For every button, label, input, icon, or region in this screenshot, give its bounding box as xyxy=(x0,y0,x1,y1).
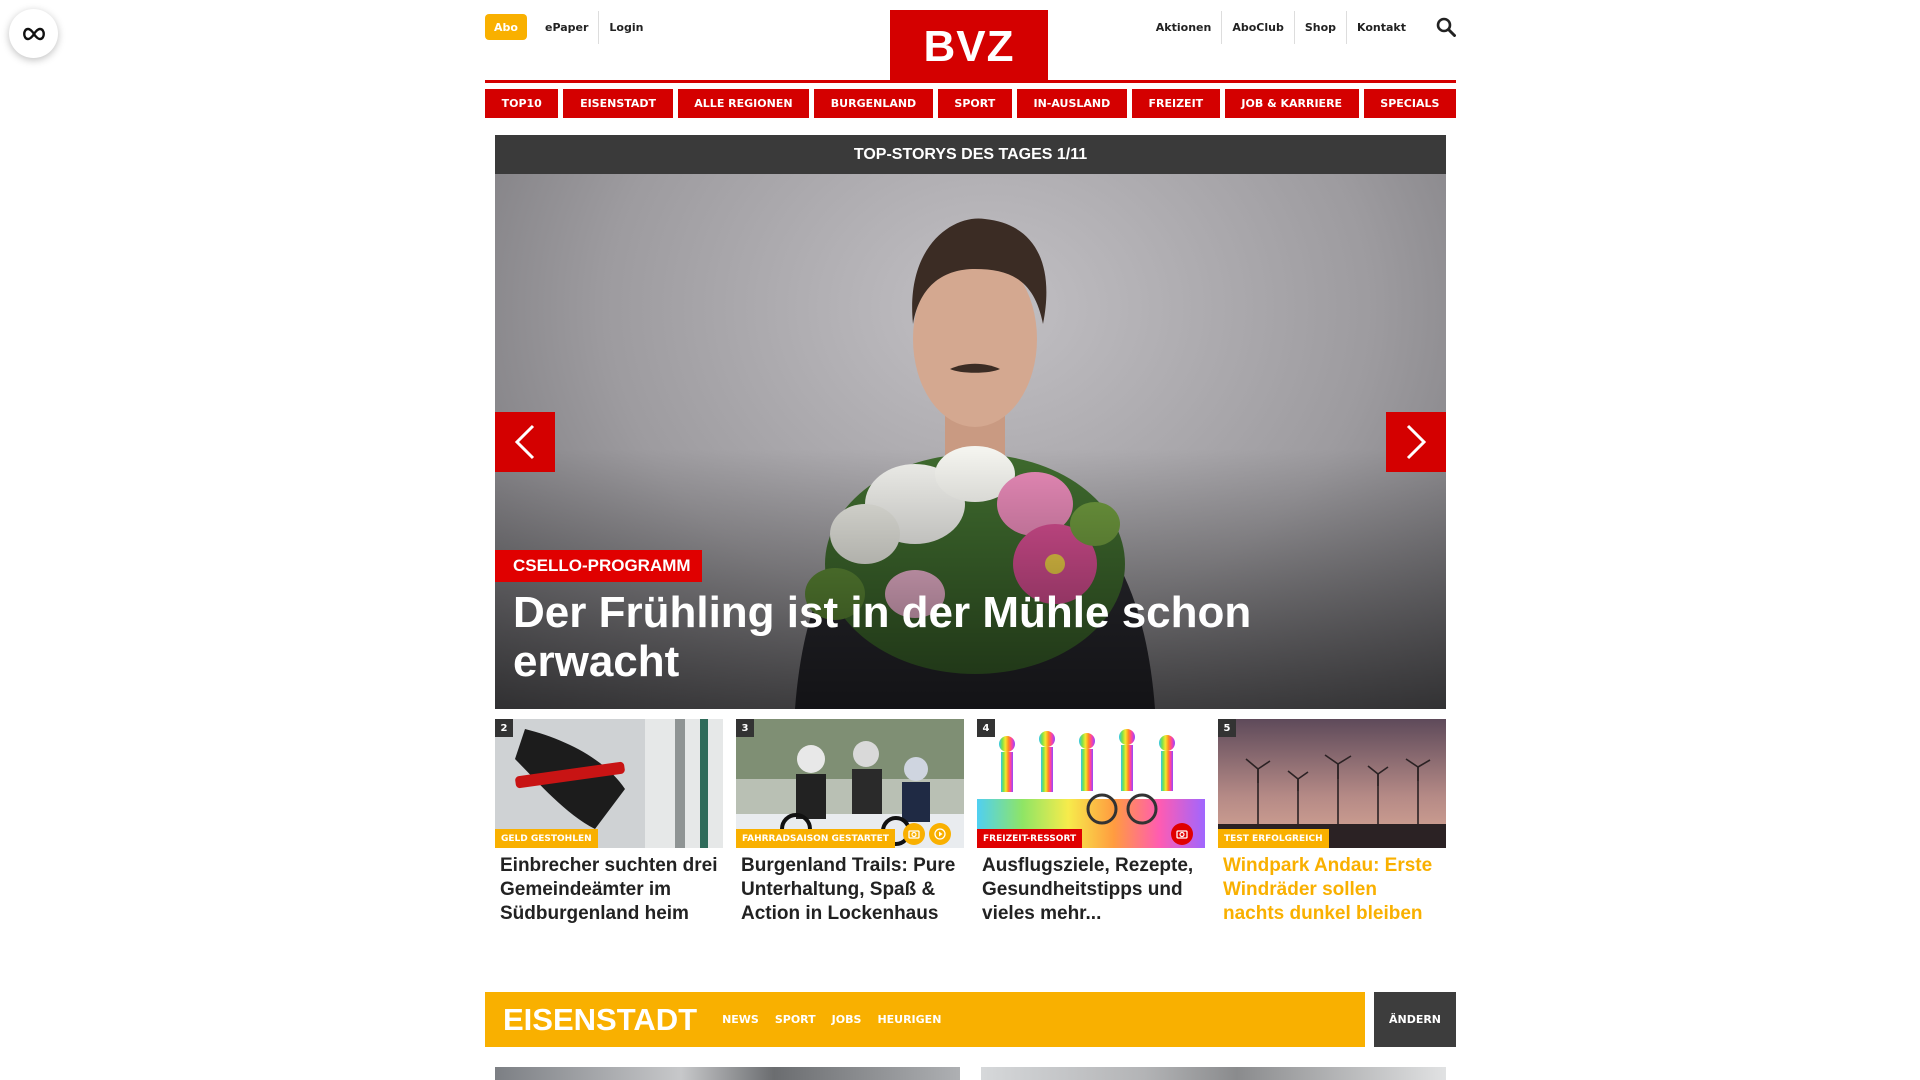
change-region-button[interactable]: ÄNDERN xyxy=(1374,992,1456,1047)
teaser-number: 3 xyxy=(736,719,754,737)
epaper-link[interactable]: ePaper xyxy=(535,11,598,44)
region-link-sport[interactable]: SPORT xyxy=(775,1013,816,1026)
bvz-logo[interactable]: BVZ xyxy=(890,10,1048,83)
region-link-news[interactable]: NEWS xyxy=(722,1013,759,1026)
nav-item-burgenland[interactable]: BURGENLAND xyxy=(814,89,933,118)
chevron-right-icon xyxy=(1406,424,1427,460)
teaser-tag: FAHRRADSAISON GESTARTET xyxy=(736,829,895,848)
camera-badge xyxy=(903,823,925,845)
nav-item-top10[interactable]: TOP10 xyxy=(485,89,559,118)
teaser-image[interactable]: 2 GELD GESTOHLEN xyxy=(495,719,723,848)
nav-item-job-karriere[interactable]: JOB & KARRIERE xyxy=(1224,89,1359,118)
site-header: Abo ePaper Login BVZ Aktionen AboClub Sh… xyxy=(485,0,1456,83)
camera-icon xyxy=(908,830,920,839)
camera-badge xyxy=(1171,823,1193,845)
hero-headline[interactable]: Der Frühling ist in der Mühle schon erwa… xyxy=(513,588,1273,686)
aktionen-link[interactable]: Aktionen xyxy=(1146,11,1222,44)
article-image[interactable] xyxy=(495,1067,960,1080)
region-section-header: EISENSTADT NEWS SPORT JOBS HEURIGEN ÄNDE… xyxy=(485,992,1456,1047)
infinity-icon xyxy=(22,27,45,40)
carousel-header: TOP-STORYS DES TAGES 1/11 xyxy=(495,135,1446,174)
hero-category-tag[interactable]: CSELLO-PROGRAMM xyxy=(495,550,702,582)
article-image[interactable] xyxy=(981,1067,1446,1080)
carousel-next-button[interactable] xyxy=(1386,412,1446,472)
teaser-number: 5 xyxy=(1218,719,1236,737)
teaser-row: 2 GELD GESTOHLEN Einbrecher suchten drei… xyxy=(495,719,1446,926)
nav-item-specials[interactable]: SPECIALS xyxy=(1363,89,1457,118)
aboclub-link[interactable]: AboClub xyxy=(1221,11,1294,44)
teaser-number: 4 xyxy=(977,719,995,737)
region-link-heurigen[interactable]: HEURIGEN xyxy=(877,1013,941,1026)
teaser-tag: TEST ERFOLGREICH xyxy=(1218,829,1329,848)
teaser-tag: GELD GESTOHLEN xyxy=(495,829,598,848)
teaser-title[interactable]: Einbrecher suchten drei Gemeindeämter im… xyxy=(495,848,723,926)
teaser-number: 2 xyxy=(495,719,513,737)
shop-link[interactable]: Shop xyxy=(1293,11,1346,44)
abo-button[interactable]: Abo xyxy=(485,14,527,40)
chevron-left-icon xyxy=(514,424,535,460)
hero-image[interactable]: CSELLO-PROGRAMM Der Frühling ist in der … xyxy=(495,174,1446,709)
camera-icon xyxy=(1176,830,1188,839)
top-stories-carousel: TOP-STORYS DES TAGES 1/11 CSELLO-PROGRAM… xyxy=(495,135,1446,709)
kontakt-link[interactable]: Kontakt xyxy=(1346,11,1416,44)
region-title[interactable]: EISENSTADT xyxy=(485,1002,697,1038)
teaser-tag: FREIZEIT-RESSORT xyxy=(977,829,1083,848)
main-nav: TOP10 EISENSTADT ALLE REGIONEN BURGENLAN… xyxy=(485,89,1457,118)
teaser-card[interactable]: 2 GELD GESTOHLEN Einbrecher suchten drei… xyxy=(495,719,723,926)
teaser-card[interactable]: 5 TEST ERFOLGREICH Windpark Andau: Erste… xyxy=(1218,719,1446,926)
teaser-image[interactable]: 5 TEST ERFOLGREICH xyxy=(1218,719,1446,848)
infinity-button[interactable] xyxy=(9,9,58,58)
header-left-links: ePaper Login xyxy=(535,11,653,44)
region-link-jobs[interactable]: JOBS xyxy=(832,1013,862,1026)
nav-item-freizeit[interactable]: FREIZEIT xyxy=(1131,89,1220,118)
teaser-card[interactable]: 4 FREIZEIT-RESSORT Ausflugsziele, Rezept… xyxy=(977,719,1205,926)
teaser-title[interactable]: Ausflugsziele, Rezepte, Gesundheitstipps… xyxy=(977,848,1205,926)
teaser-title[interactable]: Windpark Andau: Erste Windräder sollen n… xyxy=(1218,848,1446,926)
header-right-links: Aktionen AboClub Shop Kontakt xyxy=(1146,11,1416,44)
teaser-card[interactable]: 3 FAHRRADSAISON GESTARTET Burgenland Tra… xyxy=(736,719,964,926)
play-icon xyxy=(934,828,946,840)
nav-item-alle-regionen[interactable]: ALLE REGIONEN xyxy=(677,89,810,118)
login-link[interactable]: Login xyxy=(598,11,653,44)
teaser-title[interactable]: Burgenland Trails: Pure Unterhaltung, Sp… xyxy=(736,848,964,926)
region-bar: EISENSTADT NEWS SPORT JOBS HEURIGEN xyxy=(485,992,1365,1047)
page-container: Abo ePaper Login BVZ Aktionen AboClub Sh… xyxy=(485,0,1457,1080)
carousel-prev-button[interactable] xyxy=(495,412,555,472)
nav-item-in-ausland[interactable]: IN-AUSLAND xyxy=(1016,89,1127,118)
search-icon[interactable] xyxy=(1436,17,1456,37)
teaser-image[interactable]: 4 FREIZEIT-RESSORT xyxy=(977,719,1205,848)
teaser-image[interactable]: 3 FAHRRADSAISON GESTARTET xyxy=(736,719,964,848)
nav-item-eisenstadt[interactable]: EISENSTADT xyxy=(563,89,673,118)
video-badge xyxy=(929,823,951,845)
nav-item-sport[interactable]: SPORT xyxy=(937,89,1012,118)
